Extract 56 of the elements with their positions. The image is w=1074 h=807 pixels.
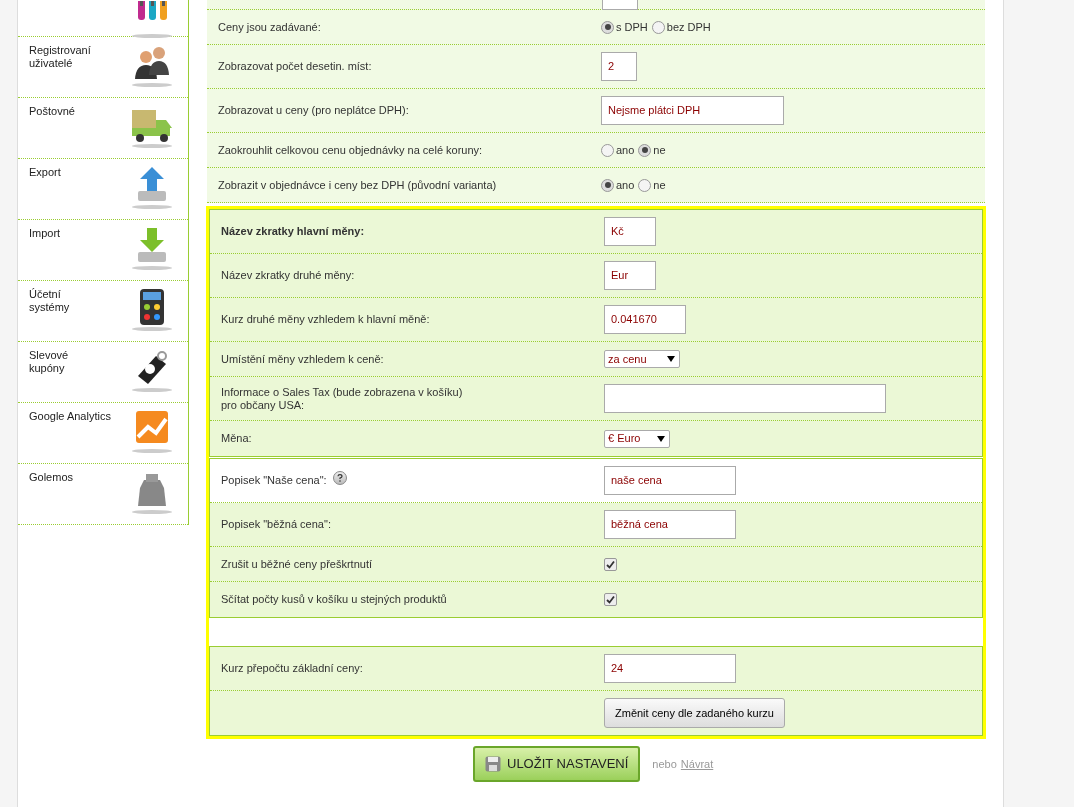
field-label: Zobrazovat u ceny (pro neplátce DPH): bbox=[218, 104, 409, 117]
field-label: Popisek "běžná cena": bbox=[221, 518, 331, 531]
field-label: Kurz přepočtu základní ceny: bbox=[221, 662, 363, 675]
radio-button[interactable] bbox=[601, 178, 614, 192]
field-label: Popisek "Naše cena": bbox=[221, 474, 327, 487]
sidebar-item[interactable]: Účetní systémy bbox=[29, 287, 70, 341]
input-field[interactable]: naše cena bbox=[604, 466, 736, 495]
field-label: Zobrazit v objednávce i ceny bez DPH (původní varianta) bbox=[218, 178, 497, 192]
radio-button[interactable] bbox=[638, 143, 652, 157]
input-field[interactable]: Nejsme plátci DPH bbox=[601, 96, 784, 125]
help-icon[interactable] bbox=[332, 470, 347, 485]
select-field[interactable]: € Euro bbox=[604, 429, 670, 448]
radio-label: bez DPH bbox=[666, 19, 711, 35]
input-field[interactable] bbox=[602, 0, 638, 10]
select-field[interactable]: za cenu bbox=[604, 350, 680, 368]
radio-button[interactable] bbox=[601, 20, 614, 34]
dropdown-arrow-icon bbox=[657, 435, 665, 442]
input-field[interactable]: Eur bbox=[604, 261, 656, 290]
sidebar-item[interactable]: Poštovné bbox=[29, 104, 75, 158]
field-label: Měna: bbox=[221, 432, 252, 445]
radio-button[interactable] bbox=[638, 178, 652, 192]
checkbox[interactable] bbox=[604, 557, 617, 571]
radio-button[interactable] bbox=[651, 20, 665, 34]
field-label: Kurz druhé měny vzhledem k hlavní měně: bbox=[221, 313, 430, 326]
change-prices-button[interactable]: Změnit ceny dle zadaného kurzu bbox=[604, 698, 785, 728]
input-field[interactable] bbox=[604, 384, 886, 413]
field-label: Informace o Sales Tax (bude zobrazena v košíku) pro občany USA: bbox=[221, 385, 463, 412]
radio-label: ano bbox=[616, 177, 635, 193]
field-label: Název zkratky hlavní měny: bbox=[221, 225, 365, 238]
sidebar-item[interactable]: Import bbox=[29, 226, 61, 280]
sidebar-item[interactable]: Export bbox=[29, 165, 61, 219]
input-field[interactable]: 24 bbox=[604, 654, 736, 683]
field-label: Název zkratky druhé měny: bbox=[221, 269, 355, 282]
field-label: Zobrazovat počet desetin. míst: bbox=[218, 60, 372, 73]
radio-label: ne bbox=[653, 142, 666, 158]
input-field[interactable]: běžná cena bbox=[604, 510, 736, 539]
sidebar-item[interactable]: Golemos bbox=[29, 470, 74, 524]
input-field[interactable]: 2 bbox=[601, 52, 637, 81]
field-label: Ceny jsou zadávané: bbox=[218, 20, 321, 34]
sidebar-item[interactable]: Registrovaní uživatelé bbox=[29, 43, 91, 97]
radio-label: ne bbox=[653, 177, 666, 193]
or-text: nebo bbox=[652, 756, 677, 772]
save-button[interactable]: ULOŽIT NASTAVENÍ bbox=[473, 746, 641, 782]
field-label: Zaokrouhlit celkovou cenu objednávky na celé koruny: bbox=[218, 143, 483, 157]
checkbox[interactable] bbox=[604, 593, 617, 606]
sidebar-item[interactable]: Slevové kupóny bbox=[29, 348, 69, 402]
field-label: Zrušit u běžné ceny přeškrtnutí bbox=[221, 557, 372, 571]
radio-label: s DPH bbox=[616, 19, 648, 35]
radio-button[interactable] bbox=[601, 143, 614, 157]
radio-label: ano bbox=[616, 142, 635, 158]
input-field[interactable]: Kč bbox=[604, 217, 656, 246]
dropdown-arrow-icon bbox=[667, 356, 675, 362]
field-label: Umístění měny vzhledem k ceně: bbox=[221, 352, 384, 366]
field-label: Sčítat počty kusů v košíku u stejných produktů bbox=[221, 593, 447, 606]
input-field[interactable]: 0.041670 bbox=[604, 305, 686, 334]
sidebar-item[interactable]: Google Analytics bbox=[29, 409, 111, 463]
